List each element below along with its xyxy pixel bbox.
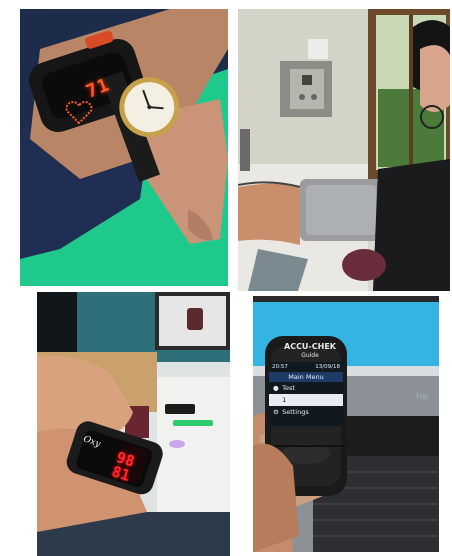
glucometer-menu-item-selected[interactable]: 1 [269, 394, 343, 406]
drop-icon: ● [273, 384, 279, 392]
glucometer-date: 13/09/18 [315, 364, 340, 370]
glucometer-brand-name: ACCU-CHEK [284, 342, 336, 351]
glucometer-menu-item-test[interactable]: ● Test [269, 382, 343, 394]
wristband-scene [20, 9, 228, 286]
heart-icon [65, 101, 93, 125]
blood-pressure-scene [238, 9, 450, 291]
glucometer-brand: ACCU-CHEK Guide [275, 342, 345, 360]
wall-panel [280, 61, 332, 117]
oximeter-photo: Oxy 98 81 [37, 292, 230, 556]
glucometer-status-bar: 20:57 13/09/18 [269, 362, 343, 372]
glucometer-menu-item-settings[interactable]: ⚙ Settings [269, 406, 343, 418]
wristband-photo: 71 [20, 9, 228, 286]
blood-pressure-photo [238, 9, 450, 291]
glucometer-menu-title: Main Menu [269, 372, 343, 382]
laptop-brand-logo: hp [416, 392, 429, 402]
glucometer-photo: hp ACCU-CHEK Guide 20:57 13/09/18 Main M… [253, 296, 439, 552]
glucometer-screen: 20:57 13/09/18 Main Menu ● Test 1 ⚙ Sett… [269, 362, 343, 426]
glucometer-model-name: Guide [301, 352, 319, 359]
oximeter-scene [37, 292, 230, 556]
glucometer-time: 20:57 [272, 364, 288, 370]
gear-icon: ⚙ [273, 408, 279, 416]
